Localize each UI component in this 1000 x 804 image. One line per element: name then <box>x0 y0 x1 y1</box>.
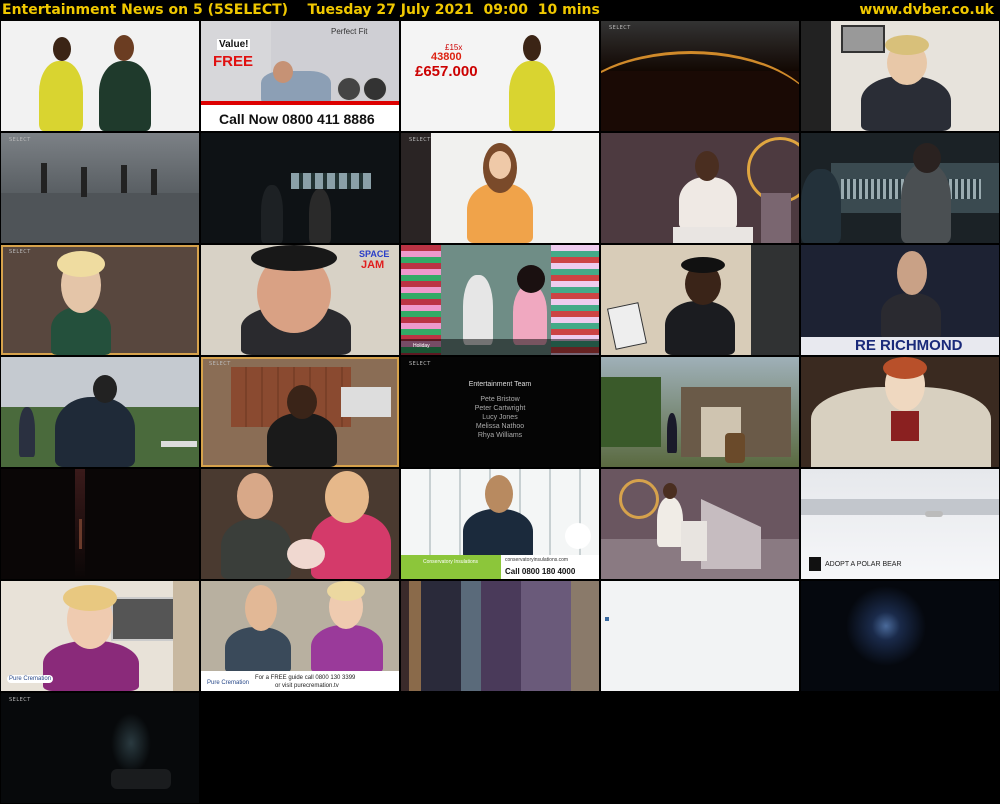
thumbnail-4[interactable]: SELECT <box>601 21 799 131</box>
thumbnail-1[interactable] <box>1 21 199 131</box>
ad-red-number: 43800 <box>431 51 462 63</box>
credit-name: Melissa Nathoo <box>475 423 525 430</box>
credit-name: Pete Bristow <box>480 396 520 403</box>
thumbnail-26[interactable]: Pure Cremation <box>1 581 199 691</box>
thumbnail-2[interactable]: Value! FREE Perfect Fit Call Now 0800 41… <box>201 21 399 131</box>
credits-heading: Entertainment Team <box>468 381 532 388</box>
jam-title: JAM <box>361 259 385 271</box>
thumbnail-29[interactable] <box>601 581 799 691</box>
thumbnail-19[interactable] <box>601 357 799 467</box>
ad-url-text: conservatoryinsulations.com <box>505 557 569 563</box>
thumbnail-30[interactable] <box>801 581 999 691</box>
thumbnail-7[interactable] <box>201 133 399 243</box>
ad-brand-text: Pure Cremation <box>7 675 54 683</box>
ad-brand-text: Pure Cremation <box>207 680 250 686</box>
credits-list: Pete Bristow Peter Cartwright Lucy Jones… <box>401 395 599 440</box>
ad-phone-text: Call 0800 180 4000 <box>505 567 576 576</box>
ad-brand-text: Conservatory Insulations <box>423 559 479 565</box>
space-title: SPACE <box>359 249 390 259</box>
thumbnail-13[interactable]: Holiday <box>401 245 599 355</box>
thumbnail-10[interactable] <box>801 133 999 243</box>
thumbnail-8[interactable]: SELECT <box>401 133 599 243</box>
credit-name: Lucy Jones <box>482 414 518 421</box>
ad-line1-text: For a FREE guide call 0800 130 3399 <box>255 675 356 681</box>
thumbnail-23[interactable]: Conservatory Insulations conservatoryins… <box>401 469 599 579</box>
ad-line2-text: or visit purecremation.tv <box>275 683 339 689</box>
ad-brand-text: Perfect Fit <box>331 27 368 36</box>
thumbnail-31[interactable]: SELECT <box>1 693 199 803</box>
header-bar: Entertainment News on 5 (5SELECT) Tuesda… <box>0 0 1000 20</box>
thumbnail-17[interactable]: SELECT <box>201 357 399 467</box>
ad-big-amount: £657.000 <box>415 63 478 80</box>
page-title: Entertainment News on 5 (5SELECT) Tuesda… <box>2 2 600 18</box>
thumbnail-16[interactable] <box>1 357 199 467</box>
adopt-caption: ADOPT A POLAR BEAR <box>825 561 902 568</box>
thumbnail-9[interactable] <box>601 133 799 243</box>
thumbnail-24[interactable] <box>601 469 799 579</box>
thumbnail-21[interactable] <box>1 469 199 579</box>
thumbnail-18[interactable]: SELECT Entertainment Team Pete Bristow P… <box>401 357 599 467</box>
thumbnail-6[interactable]: SELECT <box>1 133 199 243</box>
thumbnail-20[interactable] <box>801 357 999 467</box>
site-link[interactable]: www.dvber.co.uk <box>859 0 994 20</box>
thumbnail-14[interactable] <box>601 245 799 355</box>
ad-value-text: Value! <box>217 39 251 50</box>
thumbnail-27[interactable]: Pure Cremation For a FREE guide call 080… <box>201 581 399 691</box>
thumbnail-25[interactable]: ADOPT A POLAR BEAR <box>801 469 999 579</box>
credit-name: Peter Cartwright <box>474 405 526 412</box>
thumbnail-12[interactable]: SPACE JAM <box>201 245 399 355</box>
ad-phone-text: Call Now 0800 411 8886 <box>219 111 375 127</box>
banner-text: RE RICHMOND <box>855 337 963 354</box>
thumbnail-11[interactable]: SELECT <box>1 245 199 355</box>
thumbnail-22[interactable] <box>201 469 399 579</box>
thumbnail-15[interactable]: RE RICHMOND <box>801 245 999 355</box>
thumbnail-3[interactable]: £15x 43800 £657.000 <box>401 21 599 131</box>
credit-name: Rhya Williams <box>477 432 523 439</box>
ad-free-text: FREE <box>213 53 254 70</box>
thumbnail-28[interactable] <box>401 581 599 691</box>
thumbnail-5[interactable] <box>801 21 999 131</box>
caption-text: Holiday <box>413 343 430 349</box>
